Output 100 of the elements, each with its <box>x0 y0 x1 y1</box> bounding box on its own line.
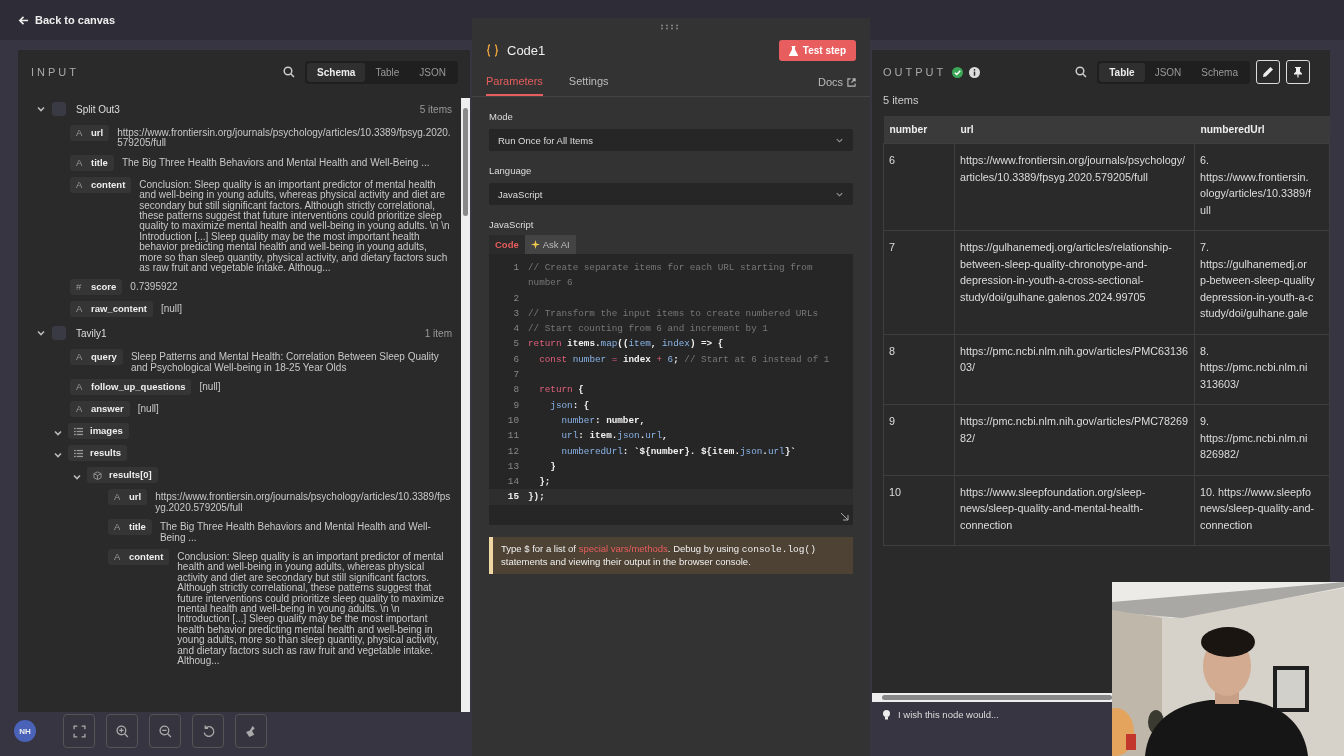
list-icon <box>74 448 83 458</box>
field-key: images <box>90 426 123 437</box>
field-key: follow_up_questions <box>91 382 186 393</box>
line-number: 11 <box>506 429 520 444</box>
hint-text: Type $ for a list of special vars/methods. Debug by using console.log() statements and viewing their output in the browser console. <box>489 536 853 574</box>
field-key: url <box>129 492 142 503</box>
line-number: 13 <box>506 459 520 474</box>
item-count: 1 item <box>424 327 452 339</box>
arrow-left-icon <box>18 14 29 26</box>
table-cell: https://pmc.ncbi.nlm.nih.gov/articles/PMC6313603/ <box>954 334 1195 405</box>
pin-icon <box>1292 66 1304 78</box>
broom-button[interactable] <box>235 714 267 748</box>
line-number: 1 <box>512 261 520 275</box>
line-number: 14 <box>506 475 520 490</box>
code-editor[interactable] <box>489 254 853 525</box>
field-value: [null] <box>199 380 221 393</box>
docs-link[interactable]: Docs <box>817 76 856 96</box>
chevron-icon[interactable] <box>36 104 46 114</box>
zoom-out-icon <box>158 724 172 738</box>
view-tab[interactable]: Schema <box>1191 62 1248 82</box>
code-line: number: number, <box>560 413 647 428</box>
field-value: [null] <box>160 302 183 315</box>
code-tab[interactable]: Code <box>489 235 525 254</box>
item-count: 5 items <box>419 103 452 115</box>
node-name: Tavily1 <box>76 327 107 339</box>
field-label: Language <box>489 165 533 176</box>
info-icon[interactable] <box>969 66 981 78</box>
field-value: 0.7395922 <box>130 280 178 293</box>
tab[interactable]: Settings <box>568 69 609 96</box>
line-number: 8 <box>512 383 520 398</box>
code-tab[interactable]: Ask AI <box>524 235 576 254</box>
column-header: number <box>883 116 955 144</box>
table-cell: https://www.frontiersin.org/journals/psychology/articles/10.3389/fpsyg.2020.579205/full <box>954 143 1195 231</box>
scrollbar[interactable] <box>872 693 1112 702</box>
column-header: numberedUrl <box>1194 116 1330 144</box>
type-glyph: A <box>114 522 122 533</box>
field-label: Mode <box>489 111 514 122</box>
feedback-prompt[interactable]: I wish this node would... <box>898 709 999 720</box>
language-dropdown[interactable]: JavaScript <box>489 183 853 205</box>
edit-button[interactable] <box>1256 60 1280 84</box>
field-label: JavaScript <box>489 219 535 230</box>
panel-title: INPUT <box>31 66 79 78</box>
reset-button[interactable] <box>192 714 224 748</box>
type-glyph: A <box>76 404 84 415</box>
zoom-out-button[interactable] <box>149 714 181 748</box>
field-value: Conclusion: Sleep quality is an important predictor of mental health and well-being in young adults, whereas physical activity and diet are secondary but still significant factors. Although strictly correlational, these patterns suggest that future interventions could prioritize sleep quality to maximize mental health and well-being in young adults. \n \n Introduction [...] Sleep quality may be the most important health behavior predicting mental health and well-being in young adults, more so than sleep quantity, physical activity, and dietary factors such as raw fruit and vegetable intake. Althoug... <box>139 177 451 274</box>
node-icon <box>52 326 66 341</box>
code-line: json: { <box>549 398 591 413</box>
fit-view-icon <box>72 724 86 738</box>
type-glyph: A <box>114 551 122 562</box>
search-icon[interactable] <box>283 66 296 78</box>
zoom-in-button[interactable] <box>106 714 138 748</box>
line-number: 5 <box>512 337 520 352</box>
field-value: Conclusion: Sleep quality is an important predictor of mental health and well-being in young adults, whereas physical activity and diet are secondary but still significant factors. Although strictly correlational, these patterns suggest that future interventions could prioritize sleep quality to maximize mental health and well-being in young adults. \n \n Introduction [...] Sleep quality may be the most important health behavior predicting mental health and well-being in young adults, more so than sleep quantity, physical activity, and dietary factors such as raw fruit and vegetable intake. Althoug... <box>177 549 446 667</box>
field-key: url <box>91 128 104 138</box>
code-line: return { <box>538 383 585 398</box>
view-tab[interactable]: JSON <box>1144 62 1192 82</box>
table-cell: 10. https://www.sleepfo news/sleep-quality-and- connection <box>1194 475 1330 546</box>
list-icon <box>74 426 83 436</box>
field-value: https://www.frontiersin.org/journals/psychology/articles/10.3389/fpsyg.2020.579205/full <box>155 490 452 514</box>
search-icon[interactable] <box>1075 66 1088 78</box>
node-name: Split Out3 <box>76 103 120 115</box>
back-link[interactable]: Back to canvas <box>18 14 116 26</box>
flask-icon <box>788 45 798 56</box>
mode-dropdown[interactable]: Run Once for All Items <box>489 129 853 151</box>
field-value: The Big Three Health Behaviors and Mental Health and Well-Being ... <box>121 155 430 169</box>
field-key: content <box>129 551 164 562</box>
view-tab[interactable]: Table <box>365 62 410 82</box>
external-link-icon <box>847 77 856 87</box>
fit-view-button[interactable] <box>63 714 95 748</box>
lightbulb-icon <box>883 709 890 720</box>
braces-icon <box>486 44 499 57</box>
field-value: The Big Three Health Behaviors and Mental Health and Well-Being ... <box>159 520 432 543</box>
scrollbar[interactable] <box>461 98 470 712</box>
type-glyph: A <box>114 492 122 503</box>
undo-icon <box>201 724 215 738</box>
test-step-button[interactable]: Test step <box>778 40 856 61</box>
table-cell: 8 <box>883 334 955 405</box>
table-cell: 8. https://pmc.ncbi.nlm.ni 313603/ <box>1194 334 1330 405</box>
code-line: }); <box>528 490 546 505</box>
type-glyph: # <box>76 282 83 293</box>
type-glyph: A <box>76 179 84 190</box>
view-tab[interactable]: Table <box>1099 62 1145 82</box>
field-key: title <box>91 157 108 168</box>
avatar[interactable]: NH <box>14 720 36 742</box>
view-tab[interactable]: JSON <box>409 62 456 82</box>
code-line: // Create separate items for each URL starting from number 6 <box>528 261 814 291</box>
code-line: return items.map((item, index) => { <box>528 337 725 352</box>
field-key: results[0] <box>109 470 152 481</box>
resize-icon[interactable] <box>840 511 849 521</box>
field-value: https://www.frontiersin.org/journals/psychology/articles/10.3389/fpsyg.2020.579205/full <box>117 126 452 149</box>
tab[interactable]: Parameters <box>486 69 543 96</box>
field-key: score <box>91 282 117 293</box>
type-glyph: A <box>76 304 84 315</box>
line-number: 6 <box>512 352 520 367</box>
node-icon <box>52 102 66 116</box>
view-tab[interactable]: Schema <box>307 62 366 82</box>
table-cell: 7. https://gulhanemedj.or p-between-sleep-quality depression-in-youth-a-c study/doi/gulhane.gale <box>1194 230 1330 334</box>
line-number: 10 <box>506 413 520 428</box>
pin-button[interactable] <box>1286 60 1310 84</box>
